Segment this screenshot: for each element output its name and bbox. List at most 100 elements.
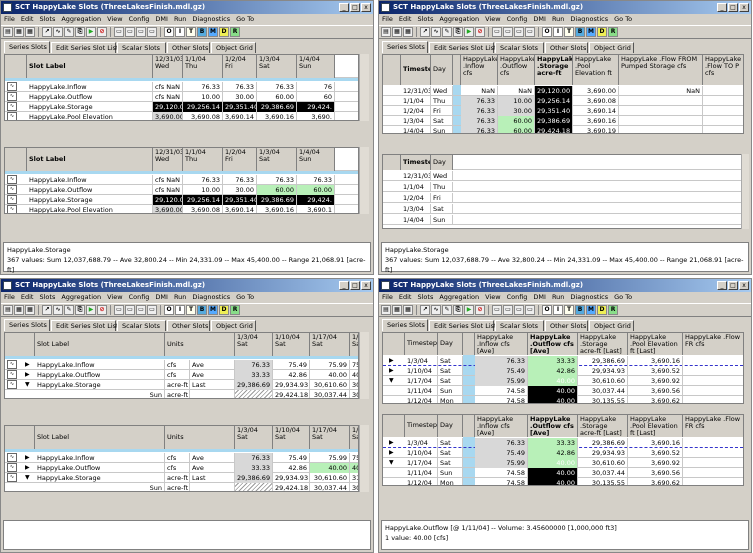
- value-cell[interactable]: 3,690.62: [628, 396, 683, 403]
- value-cell[interactable]: 40.00: [310, 463, 350, 473]
- table-icon[interactable]: ▦: [14, 305, 24, 315]
- menu-item[interactable]: View: [482, 292, 503, 303]
- value-cell[interactable]: 3,690.56: [628, 386, 683, 396]
- value-cell[interactable]: 3,690.14: [223, 112, 257, 120]
- tab-3[interactable]: Other Slots: [545, 320, 588, 331]
- filter-r-button[interactable]: R: [230, 305, 240, 315]
- table-icon[interactable]: ▦: [392, 305, 402, 315]
- value-cell[interactable]: 29,386.69: [257, 195, 297, 205]
- maximize-button[interactable]: □: [350, 3, 360, 12]
- value-cell[interactable]: 76.33: [183, 82, 223, 92]
- table-row[interactable]: ∿HappyLake.Storageacre-ft29,120.0029,256…: [5, 102, 358, 112]
- plot-glyph-icon[interactable]: ∿: [7, 463, 17, 472]
- plot-glyph-icon[interactable]: ∿: [7, 185, 17, 194]
- filter-t-button[interactable]: T: [564, 305, 574, 315]
- value-cell[interactable]: 60.00: [498, 116, 535, 126]
- expand-arrow-icon[interactable]: ▶: [389, 366, 394, 376]
- menu-item[interactable]: DMI: [530, 14, 549, 25]
- value-cell[interactable]: 40.00: [528, 376, 578, 386]
- timestep-header[interactable]: Timestep: [405, 333, 438, 355]
- table-row[interactable]: ▶ 1/3/04 Sat 76.33 33.33 29,386.69 3,690.16: [383, 356, 743, 366]
- tab-2[interactable]: Scalar Slots: [495, 42, 544, 53]
- grid-icon[interactable]: ▦: [403, 305, 413, 315]
- value-cell[interactable]: 29,386.69: [578, 438, 628, 448]
- value-cell[interactable]: 75.99: [475, 376, 528, 386]
- value-cell[interactable]: 3,690.14: [573, 106, 619, 116]
- value-cell[interactable]: 30,037.44: [310, 483, 350, 491]
- filter-d-button[interactable]: D: [219, 305, 229, 315]
- table-row[interactable]: 1/2/04 Fri 76.33 30.00 29,351.40 3,690.14: [383, 106, 743, 116]
- stop-icon[interactable]: ⊘: [97, 27, 107, 37]
- menu-item[interactable]: Diagnostics: [189, 14, 233, 25]
- plot-glyph-icon[interactable]: ∿: [7, 175, 17, 184]
- filter-m-button[interactable]: M: [208, 27, 218, 37]
- table-row[interactable]: ∿ ▶ HappyLake.Outflow cfs Ave 33.33 42.86 40.00…: [5, 370, 358, 380]
- value-cell[interactable]: 76.33: [461, 106, 498, 116]
- edit-icon[interactable]: ✎: [442, 27, 452, 37]
- column-header[interactable]: HappyLake .Outflow cfs [Ave]: [528, 415, 578, 437]
- tab-0[interactable]: Series Slots: [4, 319, 50, 331]
- window-icon[interactable]: ▭: [125, 27, 135, 37]
- value-cell[interactable]: 29,351.40: [223, 102, 257, 112]
- value-cell[interactable]: 30,: [350, 380, 358, 390]
- value-cell[interactable]: [703, 96, 743, 106]
- vertical-scrollbar[interactable]: [359, 147, 369, 214]
- column-header[interactable]: HappyLake .Storage acre-ft [Last]: [578, 415, 628, 437]
- value-cell[interactable]: 40.00: [350, 463, 358, 473]
- value-cell[interactable]: 33.33: [528, 356, 578, 366]
- minimize-button[interactable]: _: [339, 3, 349, 12]
- plot-glyph-icon[interactable]: ∿: [7, 195, 17, 204]
- value-cell[interactable]: NaN: [153, 185, 183, 195]
- value-cell[interactable]: 60.00: [498, 126, 535, 133]
- value-cell[interactable]: 60.00: [257, 185, 297, 195]
- menu-item[interactable]: Edit: [396, 292, 415, 303]
- value-cell[interactable]: [703, 116, 743, 126]
- run-icon[interactable]: ▶: [86, 27, 96, 37]
- table-row[interactable]: ∿ ▶ HappyLake.Outflow cfs Ave 33.33 42.86 40.00…: [5, 463, 358, 473]
- value-cell[interactable]: 29,256.14: [535, 96, 573, 106]
- window-icon[interactable]: ▭: [114, 305, 124, 315]
- filter-m-button[interactable]: M: [208, 305, 218, 315]
- filter-o-button[interactable]: O: [542, 305, 552, 315]
- tab-4[interactable]: Object Grid: [589, 42, 634, 53]
- menu-item[interactable]: Config: [126, 14, 153, 25]
- tab-0[interactable]: Series Slots: [382, 319, 428, 331]
- column-header[interactable]: HappyLake .Outflow cfs: [498, 55, 535, 85]
- menu-item[interactable]: Aggregation: [436, 292, 482, 303]
- table-row[interactable]: 1/3/04 Sat: [383, 204, 743, 214]
- value-cell[interactable]: 75.49: [273, 360, 310, 370]
- value-cell[interactable]: 29,386.69: [235, 380, 273, 390]
- value-cell[interactable]: 3,690.08: [183, 205, 223, 213]
- close-button[interactable]: x: [739, 3, 749, 12]
- filter-i-button[interactable]: I: [553, 27, 563, 37]
- table-row[interactable]: ∿ ▼ HappyLake.Storage acre-ft Last 29,386.69 2…: [5, 473, 358, 483]
- table-row[interactable]: ∿ ▼ HappyLake.Storage acre-ft Last 29,386.69 2…: [5, 380, 358, 390]
- table-icon[interactable]: ▦: [14, 27, 24, 37]
- value-cell[interactable]: 40.00: [528, 386, 578, 396]
- value-cell[interactable]: 60.00: [297, 185, 335, 195]
- value-cell[interactable]: 3,690.08: [183, 112, 223, 120]
- filter-i-button[interactable]: I: [175, 27, 185, 37]
- value-cell[interactable]: 29,386.69: [257, 102, 297, 112]
- grid-icon[interactable]: ▦: [25, 305, 35, 315]
- units-header[interactable]: Units: [165, 426, 235, 449]
- value-cell[interactable]: 3,690.: [297, 112, 335, 120]
- plot-glyph-icon[interactable]: ∿: [7, 360, 17, 369]
- slot-label-header[interactable]: Slot Label: [35, 333, 165, 356]
- value-cell[interactable]: 29,424.18: [273, 483, 310, 491]
- value-cell[interactable]: 76.33: [297, 175, 335, 185]
- value-cell[interactable]: 42.86: [273, 463, 310, 473]
- value-cell[interactable]: 30,037.44: [310, 390, 350, 398]
- stop-icon[interactable]: ⊘: [475, 305, 485, 315]
- window-icon[interactable]: ▭: [514, 305, 524, 315]
- menu-item[interactable]: Go To: [233, 14, 257, 25]
- window-icon[interactable]: ▭: [525, 27, 535, 37]
- copy-icon[interactable]: ⎘: [75, 305, 85, 315]
- filter-t-button[interactable]: T: [186, 305, 196, 315]
- value-cell[interactable]: 3,690.1: [297, 205, 335, 213]
- value-cell[interactable]: 76.33: [461, 116, 498, 126]
- value-cell[interactable]: 30,610.60: [578, 458, 628, 468]
- grid-icon[interactable]: ▦: [25, 27, 35, 37]
- table-row[interactable]: 1/4/04 Sun: [383, 215, 743, 225]
- value-cell[interactable]: 3,690.62: [628, 478, 683, 485]
